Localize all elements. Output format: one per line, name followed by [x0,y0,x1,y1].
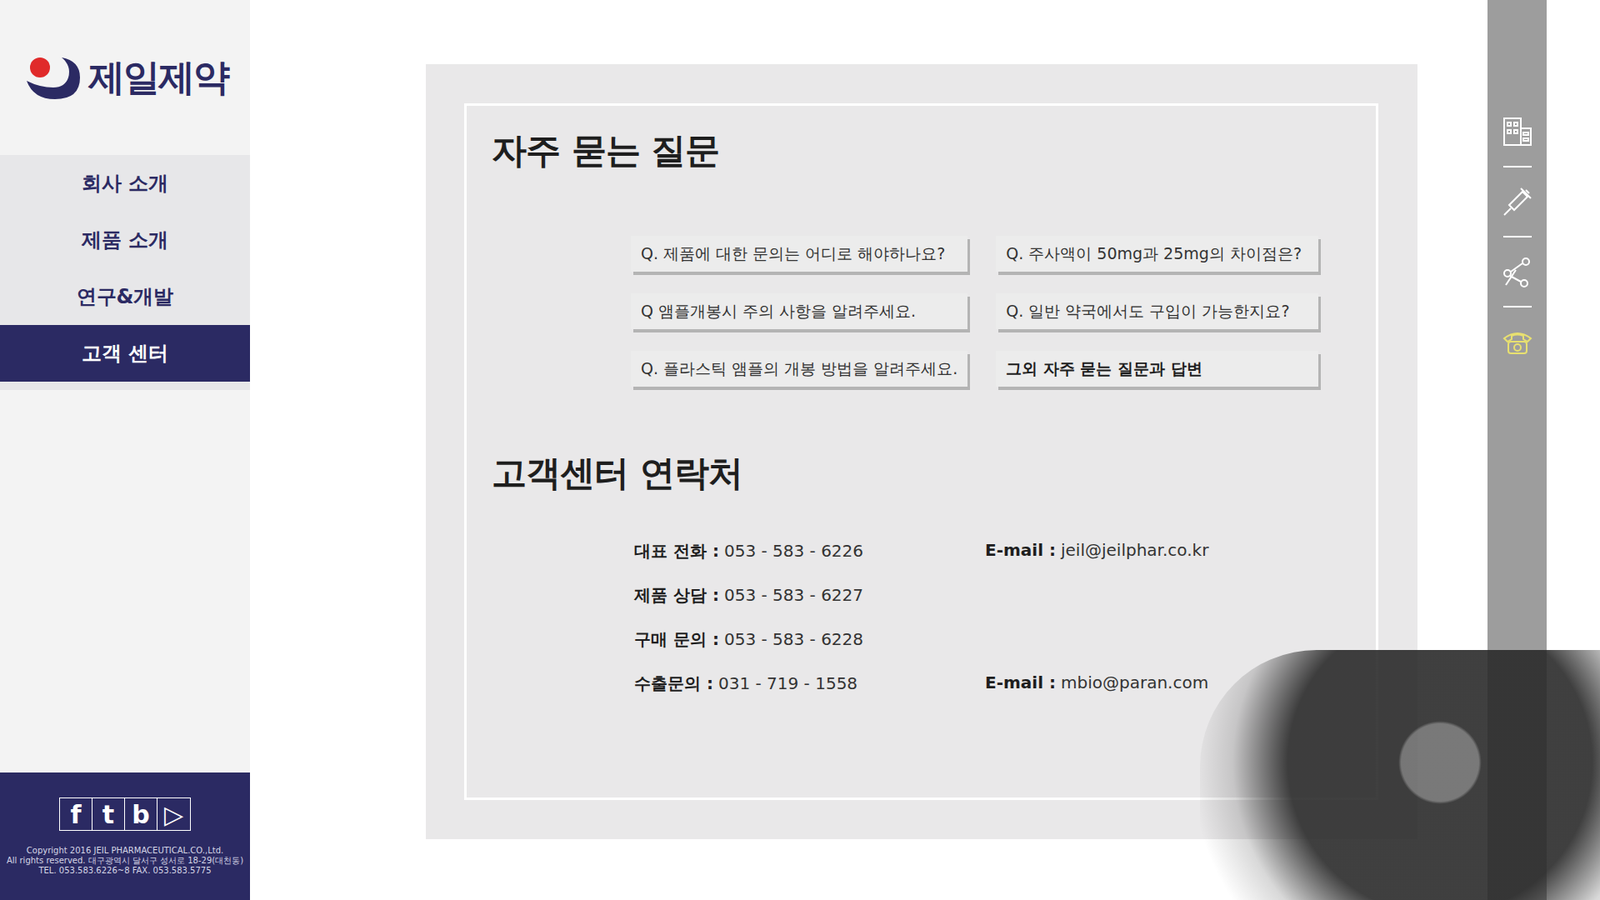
main: 자주 묻는 질문 Q. 제품에 대한 문의는 어디로 해야하나요? Q. 주사액이 … [250,0,1488,900]
contact-email: E-mail :mbio@paran.com [985,672,1351,695]
faq-list: Q. 제품에 대한 문의는 어디로 해야하나요? Q. 주사액이 50mg과 25… [630,235,1351,387]
sidebar: 제일제약회사 소개제품 소개연구&개발고객 센터 ftb▷ Copyright 20… [0,0,250,900]
contact-email: E-mail :jeil@jeilphar.co.kr [985,540,1351,563]
contact-title: 고객센터 연락처 [491,450,1351,497]
faq-button[interactable]: 그외 자주 묻는 질문과 답변 [995,350,1319,387]
social-button[interactable]: f [60,798,93,830]
rail-button[interactable] [1487,251,1547,292]
quick-rail [1487,0,1547,900]
rail-divider [1503,305,1532,308]
faq-button[interactable]: Q. 일반 약국에서도 구입이 가능한지요? [995,293,1319,330]
sidebar-nav: 회사 소개제품 소개연구&개발고객 센터 [0,155,250,390]
sidebar-item[interactable]: 제품 소개 [0,211,250,269]
rail-button[interactable] [1487,321,1547,362]
sidebar-item[interactable]: 회사 소개 [0,155,250,212]
phone-icon [1500,325,1535,359]
copyright: Copyright 2016 JEIL PHARMACEUTICAL.CO.,L… [6,845,244,876]
content-panel: 자주 묻는 질문 Q. 제품에 대한 문의는 어디로 해야하나요? Q. 주사액이 … [425,64,1418,840]
telephone-photo [1200,650,1600,900]
logo[interactable]: 제일제약 [0,0,250,155]
logo-text: 제일제약 [88,53,229,103]
faq-button[interactable]: Q 앰플개봉시 주의 사항을 알려주세요. [630,293,968,330]
molecule-icon [1500,255,1535,289]
social-button[interactable]: t [92,798,125,830]
contact-phone: 수출문의 :031 - 719 - 1558 [634,672,985,695]
building-icon [1500,115,1535,149]
sidebar-item[interactable]: 연구&개발 [0,268,250,325]
rail-divider [1503,165,1532,168]
contact-phone: 제품 상담 :053 - 583 - 6227 [634,584,985,607]
content-frame: 자주 묻는 질문 Q. 제품에 대한 문의는 어디로 해야하나요? Q. 주사액이 … [464,103,1379,800]
faq-button[interactable]: Q. 주사액이 50mg과 25mg의 차이점은? [995,235,1319,272]
contact-phone: 구매 문의 :053 - 583 - 6228 [634,628,985,651]
faq-title: 자주 묻는 질문 [491,127,1351,175]
social-links: ftb▷ [59,797,191,831]
social-button[interactable]: b [125,798,158,830]
rail-divider [1503,235,1532,238]
sidebar-footer: ftb▷ Copyright 2016 JEIL PHARMACEUTICAL.C… [0,772,250,900]
faq-button[interactable]: Q. 제품에 대한 문의는 어디로 해야하나요? [630,235,968,272]
sidebar-item[interactable]: 고객 센터 [0,325,250,382]
faq-button[interactable]: Q. 플라스틱 앰플의 개봉 방법을 알려주세요. [630,350,968,387]
contact-email [985,628,1351,651]
syringe-icon [1500,185,1535,219]
logo-icon [21,52,84,103]
rail-button[interactable] [1487,181,1547,222]
contact-list: 대표 전화 :053 - 583 - 6226E-mail :jeil@jeil… [634,540,1351,695]
rail-button[interactable] [1487,111,1547,152]
page: 제일제약회사 소개제품 소개연구&개발고객 센터 ftb▷ Copyright 20… [0,0,1600,900]
contact-phone: 대표 전화 :053 - 583 - 6226 [634,540,985,563]
social-button[interactable]: ▷ [157,798,190,830]
